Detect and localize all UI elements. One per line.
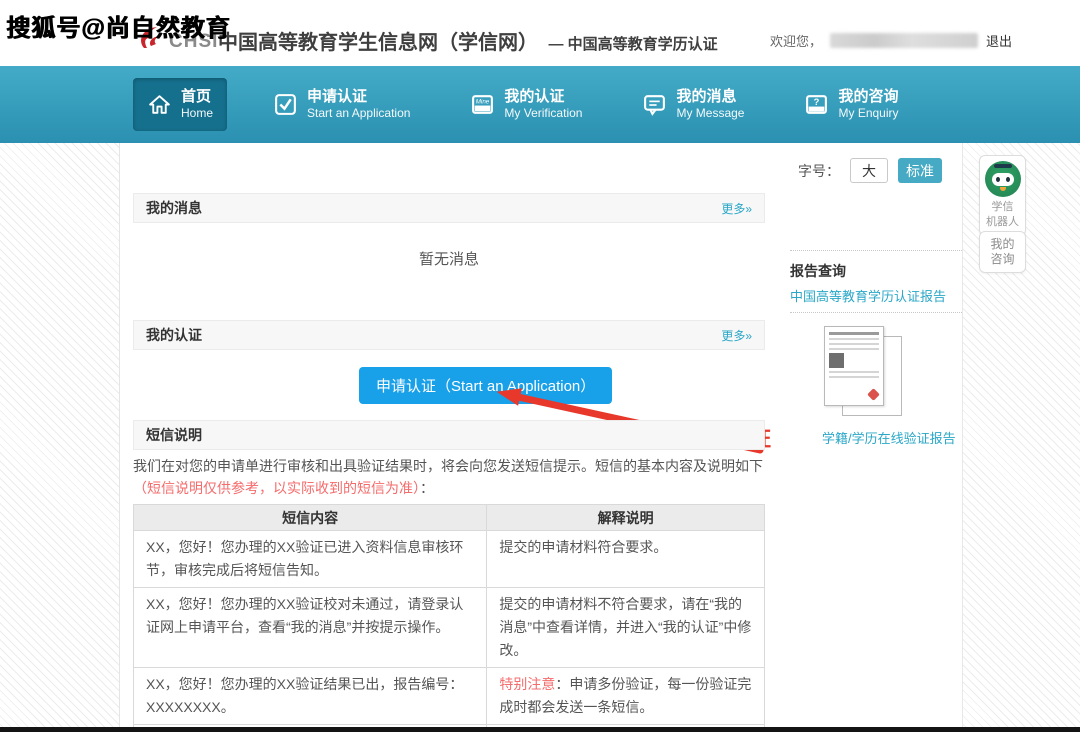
font-standard-button[interactable]: 标准 — [898, 158, 942, 183]
nav-enquiry-label-en: My Enquiry — [838, 106, 898, 121]
verification-section-header: 我的认证 更多» — [133, 320, 765, 350]
nav-apply-label-en: Start an Application — [307, 106, 410, 121]
nav-tab-start-application[interactable]: 申请认证 Start an Application — [259, 78, 424, 132]
nav-tab-my-message[interactable]: 我的消息 My Message — [628, 78, 758, 132]
nav-enquiry-label-zh: 我的咨询 — [838, 88, 898, 107]
special-note-highlight: 特别注意 — [499, 676, 555, 692]
table-row: XX，您好！您办理的XX验证校对未通过，请登录认证网上申请平台，查看“我的消息”… — [134, 588, 765, 668]
bottom-edge-bar — [0, 727, 1080, 732]
nav-verification-label-en: My Verification — [504, 106, 582, 121]
table-cell-explain: 特别注意：申请多份验证，每一份验证完成时都会发送一条短信。 — [487, 668, 765, 725]
sidebar-divider — [790, 312, 962, 313]
report-thumbnail[interactable] — [822, 326, 922, 418]
nav-verification-label-zh: 我的认证 — [504, 88, 582, 107]
empty-message-text: 暂无消息 — [133, 248, 765, 269]
table-cell-sms: XX，您好！您办理的XX验证校对未通过，请登录认证网上申请平台，查看“我的消息”… — [134, 588, 487, 668]
sms-table-header-content: 短信内容 — [134, 505, 487, 531]
left-background-hatch — [0, 143, 120, 732]
sms-table: 短信内容 解释说明 XX，您好！您办理的XX验证已进入资料信息审核环节，审核完成… — [133, 504, 765, 732]
table-cell-sms: XX，您好！您办理的XX验证结果已出，报告编号：XXXXXXXX。 — [134, 668, 487, 725]
enquiry-label-line1: 我的 — [983, 237, 1022, 252]
table-row: XX，您好！您办理的XX验证结果已出，报告编号：XXXXXXXX。 特别注意：申… — [134, 668, 765, 725]
my-enquiry-card[interactable]: 我的 咨询 — [979, 231, 1026, 273]
degree-report-link[interactable]: 中国高等教育学历认证报告 — [790, 286, 946, 305]
site-title-sub: — 中国高等教育学历认证 — [548, 36, 717, 53]
watermark: 搜狐号@尚自然教育 — [6, 8, 230, 43]
sms-intro-normal: 我们在对您的申请单进行审核和出具验证结果时，将会向您发送短信提示。短信的基本内容… — [133, 458, 763, 474]
sidebar-divider — [790, 250, 962, 251]
chsi-robot-card[interactable]: 学信 机器人 — [979, 155, 1026, 236]
sms-section-header: 短信说明 — [133, 420, 765, 450]
nav-tab-my-verification[interactable]: Mine 我的认证 My Verification — [456, 78, 596, 132]
font-size-label: 字号： — [798, 161, 840, 181]
home-icon — [147, 92, 172, 117]
welcome-area: 欢迎您， 退出 — [770, 31, 1012, 50]
qr-code — [829, 353, 844, 368]
nav-message-label-en: My Message — [676, 106, 744, 121]
robot-label-line2: 机器人 — [983, 215, 1022, 230]
messages-more-link[interactable]: 更多» — [721, 200, 752, 217]
logout-link[interactable]: 退出 — [986, 31, 1012, 50]
page: CHSI 中国高等教育学生信息网（学信网） — 中国高等教育学历认证 欢迎您， … — [0, 0, 1080, 732]
table-row: XX，您好！您办理的XX验证已进入资料信息审核环节，审核完成后将短信告知。 提交… — [134, 531, 765, 588]
table-cell-explain: 提交的申请材料不符合要求，请在“我的消息”中查看详情，并进入“我的认证”中修改。 — [487, 588, 765, 668]
main-nav: 首页 Home 申请认证 Start an Application Mine 我… — [0, 66, 1080, 143]
sms-table-header-explain: 解释说明 — [487, 505, 765, 531]
report-query-title: 报告查询 — [790, 261, 846, 281]
nav-apply-label-zh: 申请认证 — [307, 88, 410, 107]
nav-tab-my-enquiry[interactable]: ? 我的咨询 My Enquiry — [790, 78, 912, 132]
svg-text:Mine: Mine — [476, 98, 490, 105]
messages-section-header: 我的消息 更多» — [133, 193, 765, 223]
font-large-button[interactable]: 大 — [850, 158, 888, 183]
messages-section-title: 我的消息 — [146, 198, 202, 218]
site-title: 中国高等教育学生信息网（学信网） — 中国高等教育学历认证 — [218, 26, 718, 55]
enquiry-label-line2: 咨询 — [983, 252, 1022, 267]
message-bubble-icon — [642, 92, 667, 117]
svg-text:?: ? — [814, 97, 820, 107]
start-application-button[interactable]: 申请认证（Start an Application） — [359, 367, 612, 404]
apply-check-icon — [273, 92, 298, 117]
sms-section-title: 短信说明 — [146, 425, 202, 445]
enquiry-question-icon: ? — [804, 92, 829, 117]
mine-badge-icon: Mine — [470, 92, 495, 117]
sms-table-header-row: 短信内容 解释说明 — [134, 505, 765, 531]
red-seal — [867, 388, 880, 401]
nav-home-label-en: Home — [181, 106, 213, 121]
robot-avatar-icon — [985, 161, 1021, 197]
nav-message-label-zh: 我的消息 — [676, 88, 744, 107]
report-page-front — [824, 326, 884, 406]
username-redacted — [830, 33, 978, 48]
nav-tab-home[interactable]: 首页 Home — [133, 78, 227, 132]
nav-home-label-zh: 首页 — [181, 88, 213, 107]
sms-intro-paragraph: 我们在对您的申请单进行审核和出具验证结果时，将会向您发送短信提示。短信的基本内容… — [133, 455, 765, 499]
welcome-text: 欢迎您， — [770, 31, 822, 50]
sms-intro-red-note: （短信说明仅供参考，以实际收到的短信为准） — [133, 480, 420, 496]
table-cell-sms: XX，您好！您办理的XX验证已进入资料信息审核环节，审核完成后将短信告知。 — [134, 531, 487, 588]
verification-more-link[interactable]: 更多» — [721, 327, 752, 344]
robot-label-line1: 学信 — [983, 200, 1022, 215]
font-size-toolbar: 字号： 大 标准 — [798, 158, 942, 183]
online-report-link[interactable]: 学籍/学历在线验证报告 — [822, 428, 956, 447]
site-title-main: 中国高等教育学生信息网（学信网） — [218, 32, 538, 54]
verification-section-title: 我的认证 — [146, 325, 202, 345]
table-cell-explain: 提交的申请材料符合要求。 — [487, 531, 765, 588]
sms-intro-colon: ： — [420, 480, 434, 496]
